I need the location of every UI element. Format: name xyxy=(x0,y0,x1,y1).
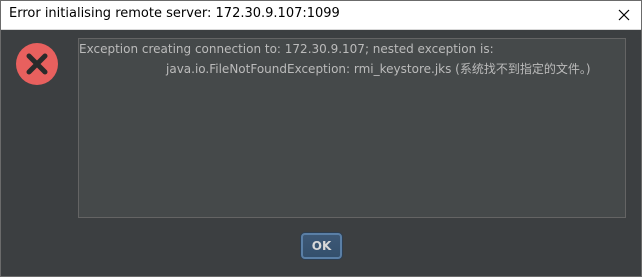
dialog-content: Exception creating connection to: 172.30… xyxy=(1,30,641,276)
error-message-line-1: Exception creating connection to: 172.30… xyxy=(79,42,494,56)
ok-button[interactable]: OK xyxy=(301,233,342,259)
window-title: Error initialising remote server: 172.30… xyxy=(9,6,340,21)
close-icon xyxy=(618,9,630,21)
error-message-area: Exception creating connection to: 172.30… xyxy=(78,38,626,218)
close-button[interactable] xyxy=(607,1,641,29)
error-dialog-window: Error initialising remote server: 172.30… xyxy=(0,0,642,277)
title-bar: Error initialising remote server: 172.30… xyxy=(1,1,641,30)
error-message-line-2: java.io.FileNotFoundException: rmi_keyst… xyxy=(166,62,591,76)
error-icon xyxy=(16,43,58,85)
